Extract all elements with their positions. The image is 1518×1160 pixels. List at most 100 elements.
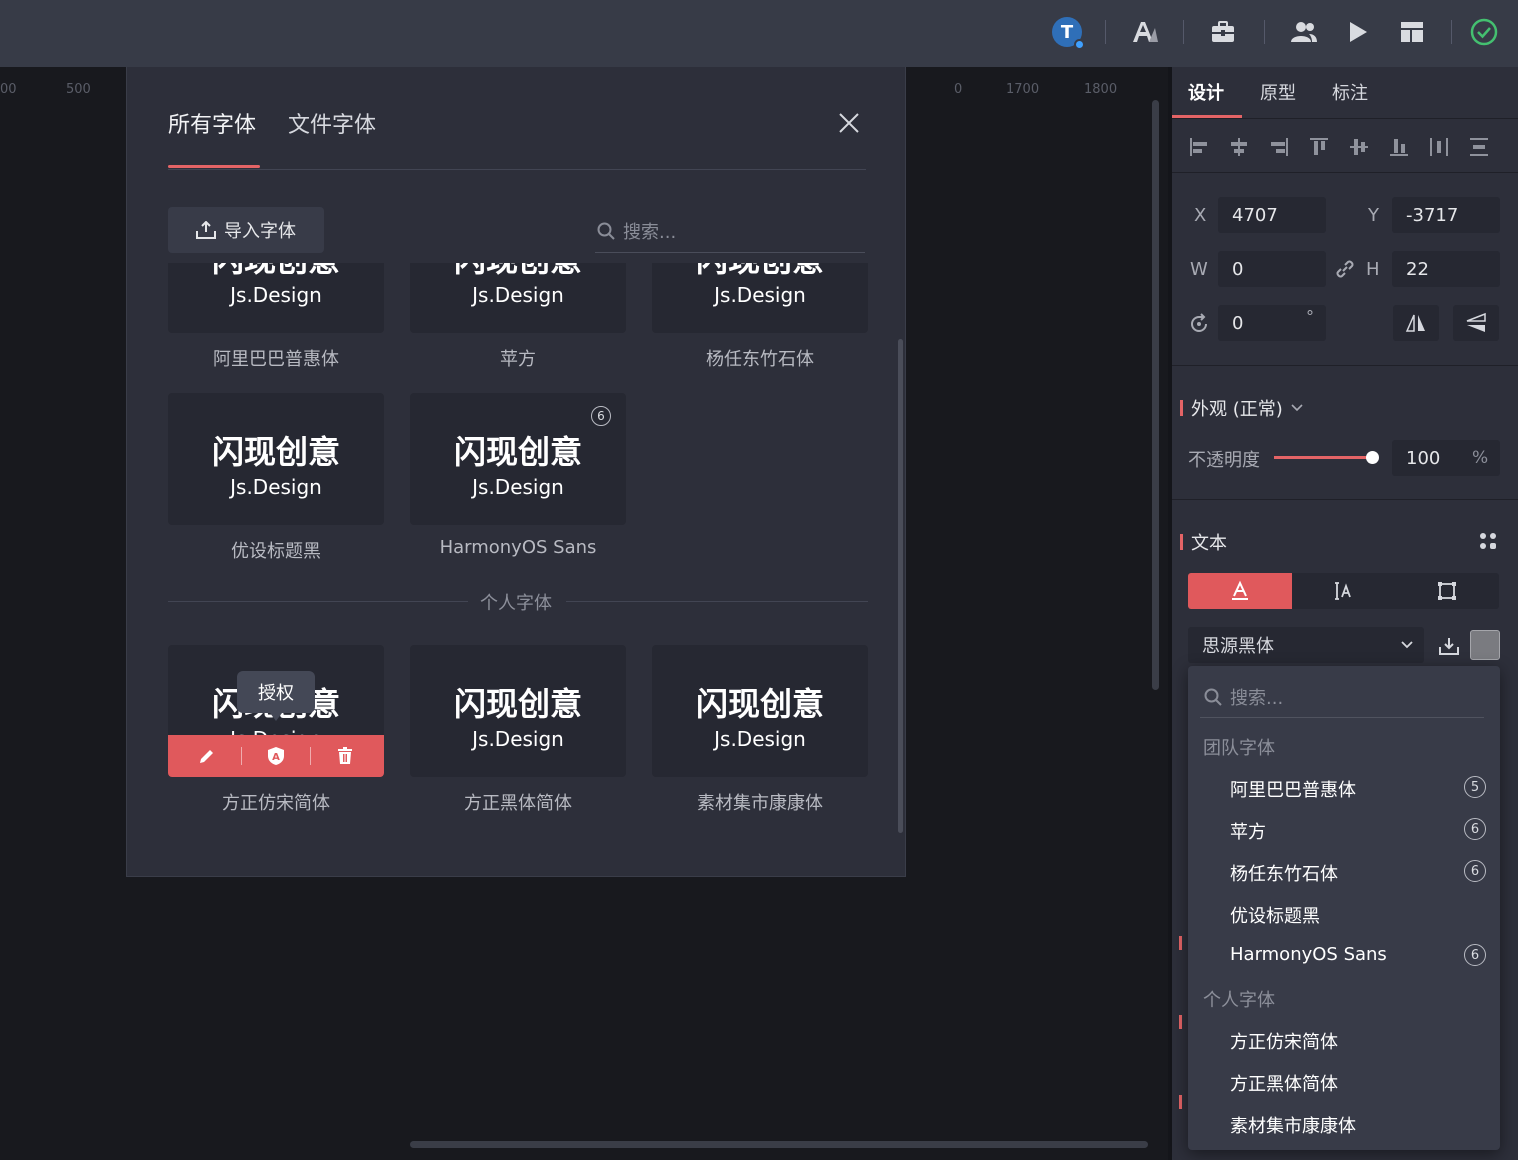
play-icon[interactable] [1340,14,1376,50]
opacity-input[interactable]: 100 % [1392,440,1500,476]
dropdown-font-item[interactable]: 苹方 6 [1230,818,1486,844]
edit-icon[interactable] [198,747,216,765]
dropdown-font-item[interactable]: 优设标题黑 [1230,902,1486,928]
dropdown-font-item[interactable]: 素材集市康康体 [1230,1112,1486,1138]
import-font-button[interactable]: 导入字体 [168,207,324,253]
y-input[interactable]: -3717 [1392,197,1500,233]
dropdown-font-item[interactable]: 杨任东竹石体 6 [1230,860,1486,886]
dropdown-font-item[interactable]: 方正黑体简体 [1230,1070,1486,1096]
degree-symbol: ° [1306,307,1314,326]
text-mode-tabs [1188,573,1499,609]
dropdown-font-item[interactable]: 阿里巴巴普惠体 5 [1230,776,1486,802]
tab-design[interactable]: 设计 [1188,79,1224,105]
layout-icon[interactable] [1394,14,1430,50]
divider [168,169,866,170]
link-icon[interactable] [1335,259,1355,283]
styles-grid-icon[interactable] [1478,531,1498,555]
font-card[interactable]: 闪现创意 Js.Design [168,263,384,333]
modal-scrollbar[interactable] [898,339,903,833]
personal-fonts-divider: 个人字体 [168,589,868,614]
avatar-letter: T [1060,21,1074,43]
avatar-icon: T [1052,17,1085,50]
chevron-down-icon [1401,641,1413,649]
font-card-hovered[interactable]: 闪现创意 Js.Design A 授权 [168,645,384,777]
opacity-slider-knob[interactable] [1366,451,1379,464]
section-marker [1180,400,1183,416]
toolbox-icon[interactable] [1205,14,1241,50]
opacity-value: 100 [1406,447,1441,469]
top-toolbar: T [0,0,1518,67]
text-cursor-tab[interactable] [1292,573,1396,609]
font-download-icon[interactable] [1436,633,1462,659]
user-avatar[interactable]: T [1049,14,1085,50]
text-title: 文本 [1191,533,1227,554]
users-icon[interactable] [1286,14,1322,50]
dropdown-search-input[interactable]: 搜索... [1200,676,1484,718]
font-search-input[interactable]: 搜索... [595,209,865,253]
online-dot [1074,39,1085,50]
tab-file-fonts[interactable]: 文件字体 [288,107,376,139]
font-item-label: 方正仿宋简体 [1230,1032,1338,1053]
font-card[interactable]: 闪现创意 Js.Design [652,645,868,777]
font-sample-sub: Js.Design [714,283,806,307]
font-name: 优设标题黑 [231,541,321,562]
authorize-shield-icon[interactable]: A [267,746,285,766]
align-left-icon[interactable] [1186,134,1212,160]
w-input[interactable]: 0 [1218,251,1326,287]
text-box-tab[interactable] [1395,573,1499,609]
flip-horizontal-icon[interactable] [1393,305,1439,341]
font-name: 苹方 [500,349,536,370]
chevron-down-icon [1291,404,1303,412]
rotation-icon [1188,313,1210,339]
font-icon[interactable] [1127,14,1163,50]
align-top-icon[interactable] [1306,134,1332,160]
search-placeholder: 搜索... [623,221,677,243]
appearance-section-header[interactable]: 外观 (正常) [1180,395,1303,421]
font-family-select[interactable]: 思源黑体 [1188,627,1424,663]
divider [241,747,243,765]
font-card[interactable]: 闪现创意 Js.Design 6 [410,393,626,525]
text-section-header: 文本 [1180,529,1227,555]
delete-icon[interactable] [336,747,354,765]
ruler-label: 00 [0,82,17,97]
font-name: 方正黑体简体 [464,793,572,814]
font-card[interactable]: 闪现创意 Js.Design [410,645,626,777]
flip-vertical-icon[interactable] [1453,305,1499,341]
personal-fonts-group-label: 个人字体 [1203,990,1275,1011]
section-marker [1179,1015,1182,1029]
align-center-h-icon[interactable] [1226,134,1252,160]
distribute-h-icon[interactable] [1426,134,1452,160]
opacity-slider-track[interactable] [1274,456,1372,459]
rotation-input[interactable]: 0 ° [1218,305,1326,341]
usage-count-badge: 6 [1464,818,1486,840]
text-box-icon [1438,582,1457,600]
x-input[interactable]: 4707 [1218,197,1326,233]
tab-prototype[interactable]: 原型 [1260,79,1296,105]
align-right-icon[interactable] [1266,134,1292,160]
close-icon[interactable] [835,109,863,137]
dropdown-font-item[interactable]: 方正仿宋简体 [1230,1028,1486,1054]
font-card[interactable]: 闪现创意 Js.Design [410,263,626,333]
dropdown-font-item[interactable]: HarmonyOS Sans 6 [1230,944,1486,966]
distribute-v-icon[interactable] [1466,134,1492,160]
font-card-actions: A [168,735,384,777]
canvas-vertical-scrollbar[interactable] [1152,100,1159,690]
ruler-label: 1700 [1006,82,1040,97]
h-input[interactable]: 22 [1392,251,1500,287]
check-circle-icon[interactable] [1466,14,1502,50]
tab-all-fonts[interactable]: 所有字体 [168,107,256,139]
canvas-horizontal-scrollbar[interactable] [410,1141,1148,1148]
align-center-v-icon[interactable] [1346,134,1372,160]
font-card[interactable]: 闪现创意 Js.Design [652,263,868,333]
font-card[interactable]: 闪现创意 Js.Design [168,393,384,525]
align-bottom-icon[interactable] [1386,134,1412,160]
text-color-swatch[interactable] [1470,630,1500,660]
text-style-tab[interactable] [1188,573,1292,609]
usage-count-badge: 6 [1464,860,1486,882]
ruler-label: 1800 [1084,82,1118,97]
usage-count-badge: 6 [591,406,611,426]
font-item-label: 阿里巴巴普惠体 [1230,780,1356,801]
tab-annotate[interactable]: 标注 [1332,79,1368,105]
font-name: 方正仿宋简体 [222,793,330,814]
font-item-label: 杨任东竹石体 [1230,864,1338,885]
